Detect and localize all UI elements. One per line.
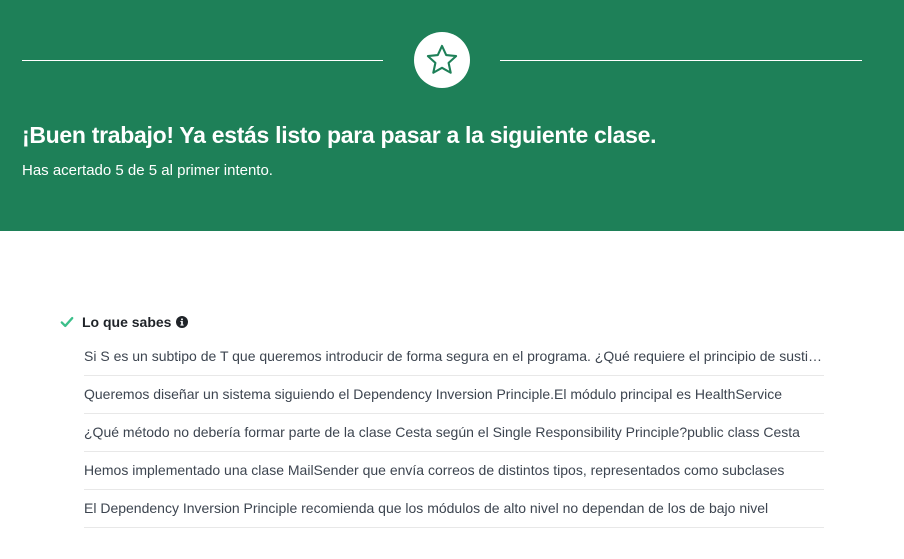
question-item[interactable]: El Dependency Inversion Principle recomi… bbox=[84, 490, 824, 528]
result-banner: ¡Buen trabajo! Ya estás listo para pasar… bbox=[0, 0, 904, 231]
check-icon bbox=[60, 316, 74, 328]
section-header: Lo que sabes bbox=[60, 312, 824, 332]
info-icon[interactable] bbox=[176, 316, 189, 328]
section-title: Lo que sabes bbox=[82, 314, 172, 330]
question-list: Si S es un subtipo de T que queremos int… bbox=[84, 338, 824, 528]
result-title: ¡Buen trabajo! Ya estás listo para pasar… bbox=[22, 122, 657, 148]
question-item[interactable]: ¿Qué método no debería formar parte de l… bbox=[84, 414, 824, 452]
question-item[interactable]: Queremos diseñar un sistema siguiendo el… bbox=[84, 376, 824, 414]
achievement-badge bbox=[414, 32, 470, 88]
known-topics-section: Lo que sabes Si S es un subtipo de T que… bbox=[60, 312, 824, 528]
question-item[interactable]: Hemos implementado una clase MailSender … bbox=[84, 452, 824, 490]
divider-right bbox=[500, 60, 862, 61]
star-icon bbox=[426, 44, 458, 74]
result-score: Has acertado 5 de 5 al primer intento. bbox=[22, 162, 273, 179]
question-item[interactable]: Si S es un subtipo de T que queremos int… bbox=[84, 338, 824, 376]
divider-left bbox=[22, 60, 383, 61]
